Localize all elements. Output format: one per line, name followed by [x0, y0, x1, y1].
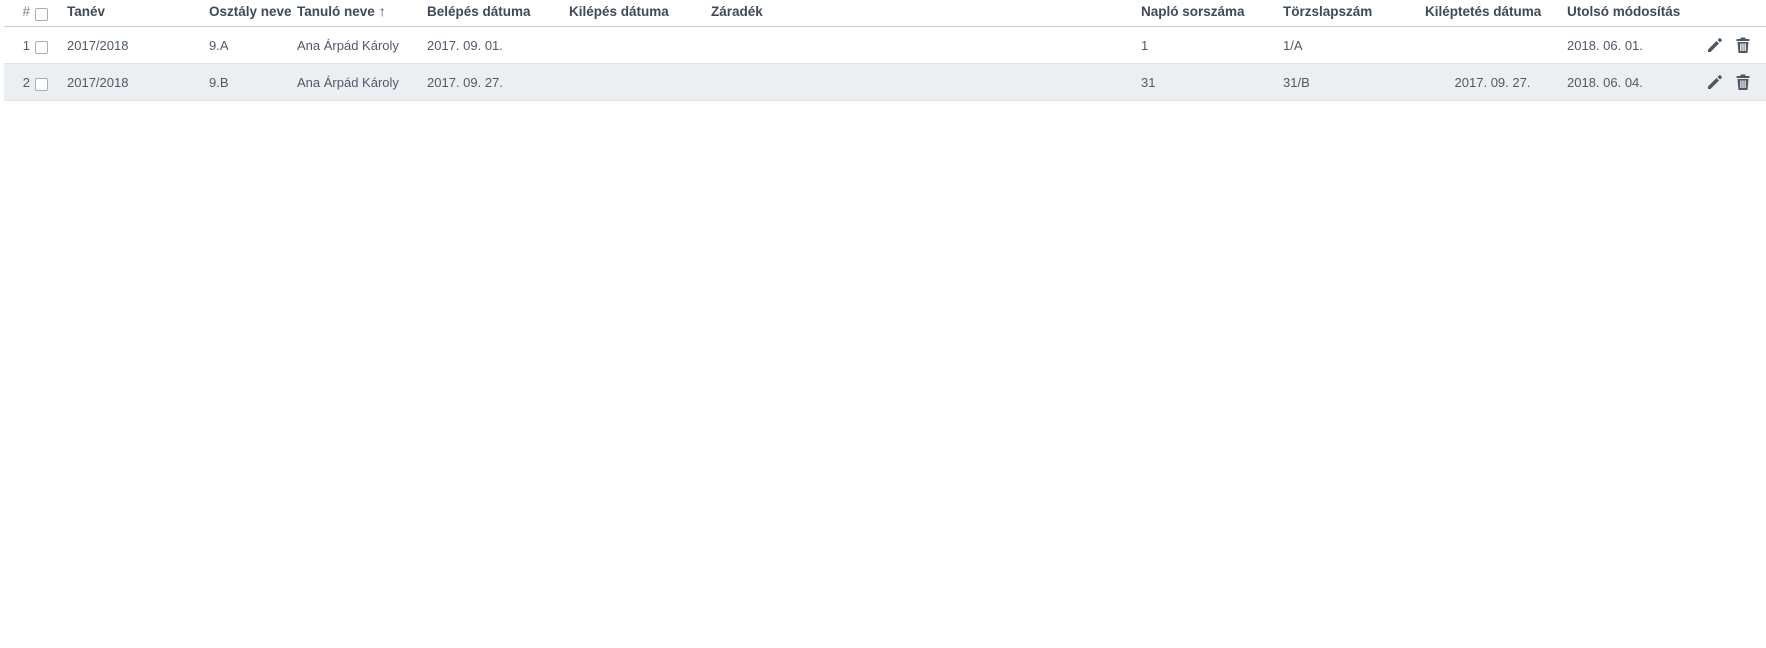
sort-ascending-icon: ↑ — [378, 3, 386, 19]
row-index: 2 — [22, 74, 30, 90]
row-checkbox-cell[interactable] — [35, 64, 53, 100]
column-header-naplo[interactable]: Napló sorszáma — [1141, 0, 1245, 26]
cell-belepes: 2017. 09. 27. — [427, 74, 503, 90]
cell-tanev: 2017/2018 — [67, 37, 129, 53]
row-actions — [1704, 27, 1764, 63]
trash-icon — [1736, 37, 1750, 53]
select-all-checkbox[interactable] — [35, 8, 48, 21]
row-checkbox-cell[interactable] — [35, 27, 53, 63]
row-index: 1 — [22, 37, 30, 53]
trash-icon — [1736, 74, 1750, 90]
pencil-icon — [1708, 75, 1722, 89]
edit-button[interactable] — [1704, 71, 1726, 93]
column-header-utolso[interactable]: Utolsó módosítás — [1567, 0, 1680, 26]
cell-utolso: 2018. 06. 01. — [1567, 37, 1643, 53]
delete-button[interactable] — [1732, 71, 1754, 93]
cell-utolso: 2018. 06. 04. — [1567, 74, 1643, 90]
column-header-index: # — [22, 4, 30, 19]
cell-kileptetes — [1425, 27, 1560, 63]
cell-tanev: 2017/2018 — [67, 74, 129, 90]
cell-tanulo: Ana Árpád Károly — [297, 74, 399, 90]
column-header-zaradek[interactable]: Záradék — [711, 0, 763, 26]
cell-osztaly: 9.A — [209, 37, 229, 53]
edit-button[interactable] — [1704, 34, 1726, 56]
column-header-kilepes[interactable]: Kilépés dátuma — [569, 0, 669, 26]
row-checkbox[interactable] — [35, 40, 48, 54]
column-header-kileptetes[interactable]: Kiléptetés dátuma — [1425, 0, 1560, 26]
cell-naplo: 1 — [1141, 37, 1149, 53]
column-header-osztaly[interactable]: Osztály neve — [209, 0, 292, 26]
pencil-icon — [1708, 38, 1722, 52]
table-row[interactable]: 2 2017/2018 9.B Ana Árpád Károly 2017. 0… — [4, 64, 1766, 101]
row-checkbox[interactable] — [35, 77, 48, 91]
delete-button[interactable] — [1732, 34, 1754, 56]
row-actions — [1704, 64, 1764, 100]
column-header-tanulo[interactable]: Tanuló neve ↑ — [297, 0, 386, 26]
table-row[interactable]: 1 2017/2018 9.A Ana Árpád Károly 2017. 0… — [4, 27, 1766, 64]
column-header-tanulo-label: Tanuló neve — [297, 4, 375, 19]
cell-torzs: 1/A — [1283, 37, 1303, 53]
column-header-torzs[interactable]: Törzslapszám — [1283, 0, 1372, 26]
column-header-tanev[interactable]: Tanév — [67, 0, 105, 26]
cell-kileptetes: 2017. 09. 27. — [1454, 74, 1531, 90]
data-grid: # Tanév Osztály neve Tanuló neve ↑ Belép… — [4, 0, 1766, 101]
table-header-row: # Tanév Osztály neve Tanuló neve ↑ Belép… — [4, 0, 1766, 27]
column-header-belepes[interactable]: Belépés dátuma — [427, 0, 531, 26]
cell-tanulo: Ana Árpád Károly — [297, 37, 399, 53]
cell-belepes: 2017. 09. 01. — [427, 37, 503, 53]
cell-naplo: 31 — [1141, 74, 1156, 90]
cell-osztaly: 9.B — [209, 74, 229, 90]
select-all-checkbox-cell[interactable] — [35, 0, 53, 26]
cell-torzs: 31/B — [1283, 74, 1310, 90]
